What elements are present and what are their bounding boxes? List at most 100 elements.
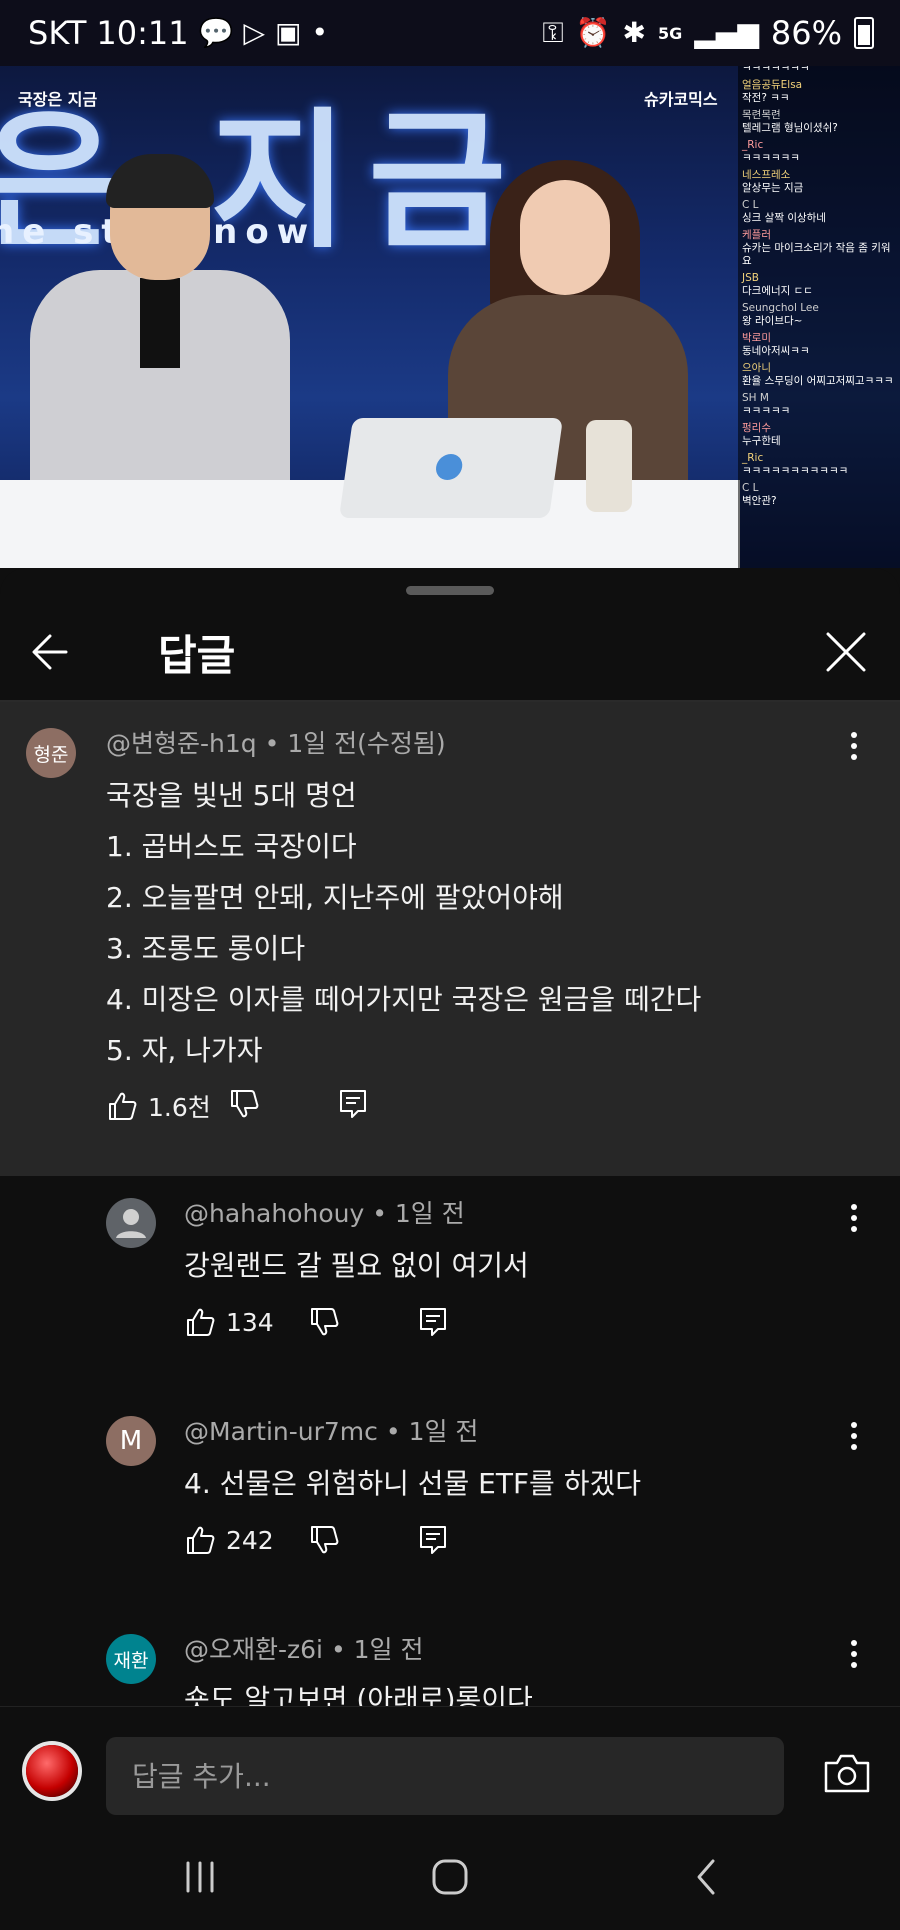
dislike-button[interactable] xyxy=(308,1524,340,1556)
chat-message: 네스프레소 알상무는 지금 xyxy=(742,169,896,195)
reply-button[interactable] xyxy=(418,1306,448,1338)
chat-message: 펑리수 누구한테 xyxy=(742,422,896,448)
close-icon xyxy=(826,632,866,672)
battery-icon xyxy=(854,17,874,49)
comment-author[interactable]: @변형준-h1q xyxy=(106,729,257,758)
chat-message: _Ric ㅋㅋㅋㅋㅋㅋㅋㅋㅋㅋㅋ xyxy=(742,452,896,478)
thumb-down-icon xyxy=(311,1308,339,1336)
chat-message: C L 벽안관? xyxy=(742,482,896,508)
chat-author: SH M xyxy=(742,392,769,404)
comment-line: 국장을 빛낸 5대 명언 xyxy=(106,779,357,812)
chat-text: 알상무는 지금 xyxy=(742,182,804,194)
video-player[interactable]: 은 지금 he st is now 국장은 지금 슈카코믹스 ㅋㅋㅋㅋㅋㅋㅋ얼음… xyxy=(0,0,900,568)
comment-meta: @변형준-h1q • 1일 전(수정됨) xyxy=(106,729,446,758)
chat-author: JSB xyxy=(742,272,759,284)
home-button[interactable] xyxy=(420,1852,480,1902)
chat-message: 케플러 슈카는 마이크소리가 작음 좀 키워요 xyxy=(742,229,896,268)
reply-author[interactable]: @오재환-z6i xyxy=(184,1635,323,1664)
battery-percent: 86% xyxy=(770,14,842,52)
reply-button[interactable] xyxy=(338,1088,368,1120)
chat-text: ㅋㅋㅋㅋㅋㅋㅋㅋㅋㅋㅋ xyxy=(742,465,849,477)
water-bottle xyxy=(586,420,632,512)
home-icon xyxy=(432,1859,468,1895)
chat-author: C L xyxy=(742,482,759,494)
chat-author: C L xyxy=(742,199,759,211)
comment-icon xyxy=(420,1526,446,1554)
reply-author[interactable]: @Martin-ur7mc xyxy=(184,1417,378,1446)
thumb-up-icon xyxy=(187,1308,215,1336)
reply-input[interactable] xyxy=(106,1737,784,1815)
network-type: 5G xyxy=(658,23,683,43)
recent-apps-button[interactable] xyxy=(170,1852,230,1902)
reply-input-bar xyxy=(0,1706,900,1827)
more-options-button[interactable] xyxy=(834,726,874,766)
more-options-button[interactable] xyxy=(834,1634,874,1674)
like-button[interactable]: 242 xyxy=(184,1524,274,1556)
like-button[interactable]: 134 xyxy=(184,1306,274,1338)
message-icon: 💬 xyxy=(198,16,234,49)
avatar[interactable]: M xyxy=(106,1416,156,1466)
drag-handle[interactable] xyxy=(406,586,494,595)
dislike-button[interactable] xyxy=(308,1306,340,1338)
more-options-button[interactable] xyxy=(834,1198,874,1238)
chat-text: 슈카는 마이크소리가 작음 좀 키워요 xyxy=(742,242,891,267)
avatar[interactable] xyxy=(106,1198,156,1248)
host-left xyxy=(30,154,290,500)
bluetooth-icon: ✱ xyxy=(622,16,646,49)
more-vert-icon xyxy=(851,1422,857,1450)
back-nav-button[interactable] xyxy=(676,1852,736,1902)
reply-meta: @Martin-ur7mc • 1일 전 xyxy=(184,1417,479,1446)
comment-line: 4. 미장은 이자를 떼어가지만 국장은 원금을 떼간다 xyxy=(106,983,702,1016)
chat-text: ㅋㅋㅋㅋㅋ xyxy=(742,405,791,417)
reply-text: 강원랜드 갈 필요 없이 여기서 xyxy=(184,1249,529,1282)
avatar[interactable]: 형준 xyxy=(26,728,76,778)
sheet-title: 답글 xyxy=(158,631,236,680)
chat-author: 박로미 xyxy=(742,332,771,344)
more-options-button[interactable] xyxy=(834,1416,874,1456)
back-button[interactable] xyxy=(24,624,88,680)
reply-time: 1일 전 xyxy=(353,1635,424,1664)
clock: 10:11 xyxy=(96,14,189,52)
signal-icon: ▂▄▆ xyxy=(694,16,759,49)
comment-line: 2. 오늘팔면 안돼, 지난주에 팔았어야해 xyxy=(106,881,564,914)
laptop xyxy=(338,418,564,518)
chat-message: 목련목련 텔레그램 형님이셨쉬? xyxy=(742,109,896,135)
chat-author: 펑리수 xyxy=(742,422,771,434)
thumb-down-icon xyxy=(231,1090,259,1118)
thumb-up-icon xyxy=(187,1526,215,1554)
avatar[interactable]: 재환 xyxy=(106,1634,156,1684)
reply-meta: @hahahohouy • 1일 전 xyxy=(184,1199,465,1228)
dislike-button[interactable] xyxy=(228,1088,260,1120)
chat-message: 얼음공듀Elsa 작전? ㅋㅋ xyxy=(742,79,896,105)
reply-time: 1일 전 xyxy=(394,1199,465,1228)
reply-time: 1일 전 xyxy=(408,1417,479,1446)
carrier-label: SKT xyxy=(28,14,87,52)
more-vert-icon xyxy=(851,1640,857,1668)
chat-text: 텔레그램 형님이셨쉬? xyxy=(742,122,838,134)
chat-text: ㅋㅋㅋㅋㅋㅋ xyxy=(742,152,800,164)
chat-text: 벽안관? xyxy=(742,495,777,507)
user-avatar[interactable] xyxy=(26,1745,78,1797)
chat-message: C L 싱크 살짝 이상하네 xyxy=(742,199,896,225)
like-count: 134 xyxy=(226,1307,274,1337)
live-chat-overlay: ㅋㅋㅋㅋㅋㅋㅋ 얼음공듀Elsa 작전? ㅋㅋ 목련목련 텔레그램 형님이셨쉬? _Ric… xyxy=(738,58,900,568)
chat-author: Seungchol Lee xyxy=(742,302,819,314)
chat-text: 작전? ㅋㅋ xyxy=(742,92,790,104)
camera-button[interactable] xyxy=(822,1751,872,1795)
sheet-header: 답글 xyxy=(0,608,900,698)
chat-author: _Ric xyxy=(742,452,764,464)
arrow-left-icon xyxy=(32,634,68,670)
like-button[interactable]: 1.6천 xyxy=(106,1088,211,1124)
comment-time: 1일 전(수정됨) xyxy=(287,729,446,758)
reply-text: 4. 선물은 위험하니 선물 ETF를 하겠다 xyxy=(184,1467,641,1500)
comment-line: 3. 조롱도 롱이다 xyxy=(106,932,306,965)
reply-button[interactable] xyxy=(418,1524,448,1556)
gallery-icon: ▣ xyxy=(275,16,302,49)
chat-author: 케플러 xyxy=(742,229,771,241)
comment-line: 5. 자, 나가자 xyxy=(106,1034,263,1067)
reply-author[interactable]: @hahahohouy xyxy=(184,1199,364,1228)
recent-apps-icon xyxy=(186,1861,214,1893)
close-button[interactable] xyxy=(818,624,874,680)
default-avatar-icon xyxy=(106,1198,156,1248)
chat-text: 동네아저씨ㅋㅋ xyxy=(742,345,810,357)
